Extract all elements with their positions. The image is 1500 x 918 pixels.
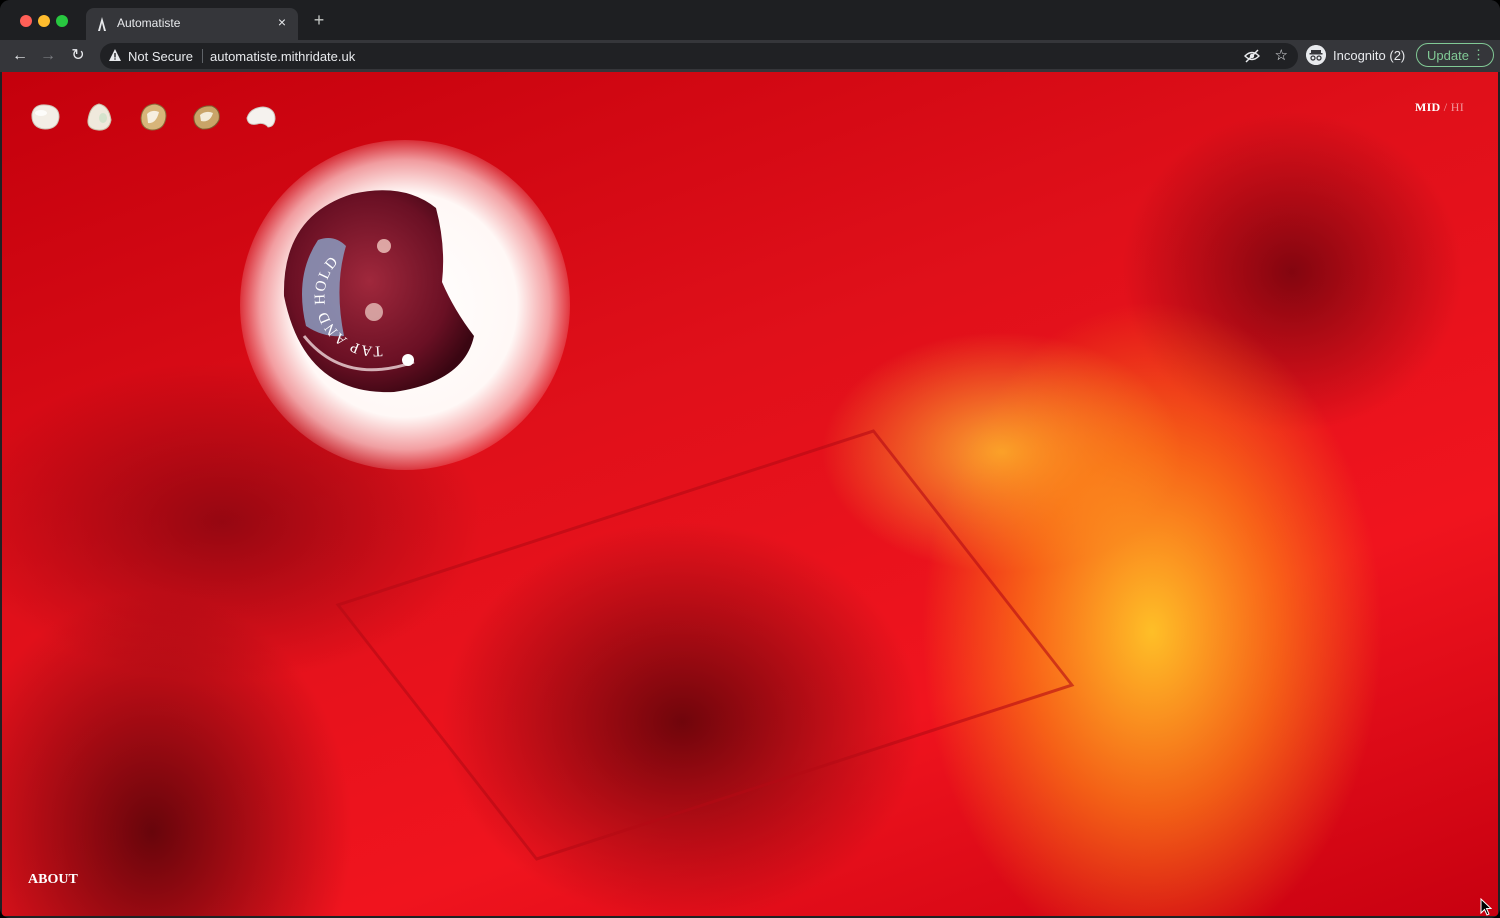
mouse-cursor-icon bbox=[1480, 898, 1492, 916]
tab-bar: Automatiste × + bbox=[0, 0, 1500, 40]
update-button[interactable]: Update ⋮ bbox=[1416, 43, 1494, 67]
resolution-separator: / bbox=[1440, 100, 1451, 114]
bookmark-star-icon[interactable]: ☆ bbox=[1275, 47, 1288, 65]
update-label: Update bbox=[1427, 48, 1469, 63]
pearl-stone-1[interactable] bbox=[28, 100, 62, 134]
about-link[interactable]: ABOUT bbox=[28, 872, 78, 888]
resolution-toggle[interactable]: MID / HI bbox=[1415, 100, 1464, 115]
minimize-window-button[interactable] bbox=[38, 15, 50, 27]
eye-off-icon[interactable] bbox=[1244, 48, 1260, 64]
reload-button[interactable]: ↻ bbox=[68, 46, 88, 66]
gold-stone-4[interactable] bbox=[190, 100, 224, 134]
back-button[interactable]: ← bbox=[10, 46, 30, 66]
incognito-icon bbox=[1306, 45, 1326, 65]
tab-automatiste[interactable]: Automatiste × bbox=[86, 8, 298, 40]
warning-icon[interactable] bbox=[108, 48, 122, 62]
maximize-window-button[interactable] bbox=[56, 15, 68, 27]
resolution-mid[interactable]: MID bbox=[1415, 100, 1441, 114]
browser-window: Automatiste × + ← → ↻ Not Secure automat… bbox=[0, 0, 1500, 918]
site-favicon-icon bbox=[98, 17, 106, 31]
tab-title: Automatiste bbox=[117, 16, 181, 30]
close-window-button[interactable] bbox=[20, 15, 32, 27]
tab-close-icon[interactable]: × bbox=[274, 14, 290, 30]
security-label[interactable]: Not Secure bbox=[128, 49, 193, 64]
forward-button[interactable]: → bbox=[38, 46, 58, 66]
address-bar[interactable]: Not Secure automatiste.mithridate.uk ☆ bbox=[100, 43, 1298, 69]
new-tab-button[interactable]: + bbox=[310, 11, 328, 29]
more-menu-icon[interactable]: ⋮ bbox=[1472, 47, 1485, 63]
tap-and-hold-orb[interactable]: TAP AND HOLD bbox=[274, 186, 480, 398]
incognito-label: Incognito (2) bbox=[1333, 48, 1406, 63]
orb-handle-dot[interactable] bbox=[402, 354, 414, 366]
pearl-stone-5[interactable] bbox=[244, 100, 278, 134]
address-divider bbox=[202, 49, 203, 63]
page-viewport: TAP AND HOLD MID / HI ABOUT bbox=[2, 72, 1498, 916]
pearl-stone-2[interactable] bbox=[82, 100, 116, 134]
gold-stone-3[interactable] bbox=[136, 100, 170, 134]
url-text[interactable]: automatiste.mithridate.uk bbox=[210, 49, 355, 64]
background-frame-shape bbox=[335, 429, 1075, 861]
browser-toolbar: ← → ↻ Not Secure automatiste.mithridate.… bbox=[0, 40, 1500, 72]
resolution-hi[interactable]: HI bbox=[1451, 100, 1464, 114]
